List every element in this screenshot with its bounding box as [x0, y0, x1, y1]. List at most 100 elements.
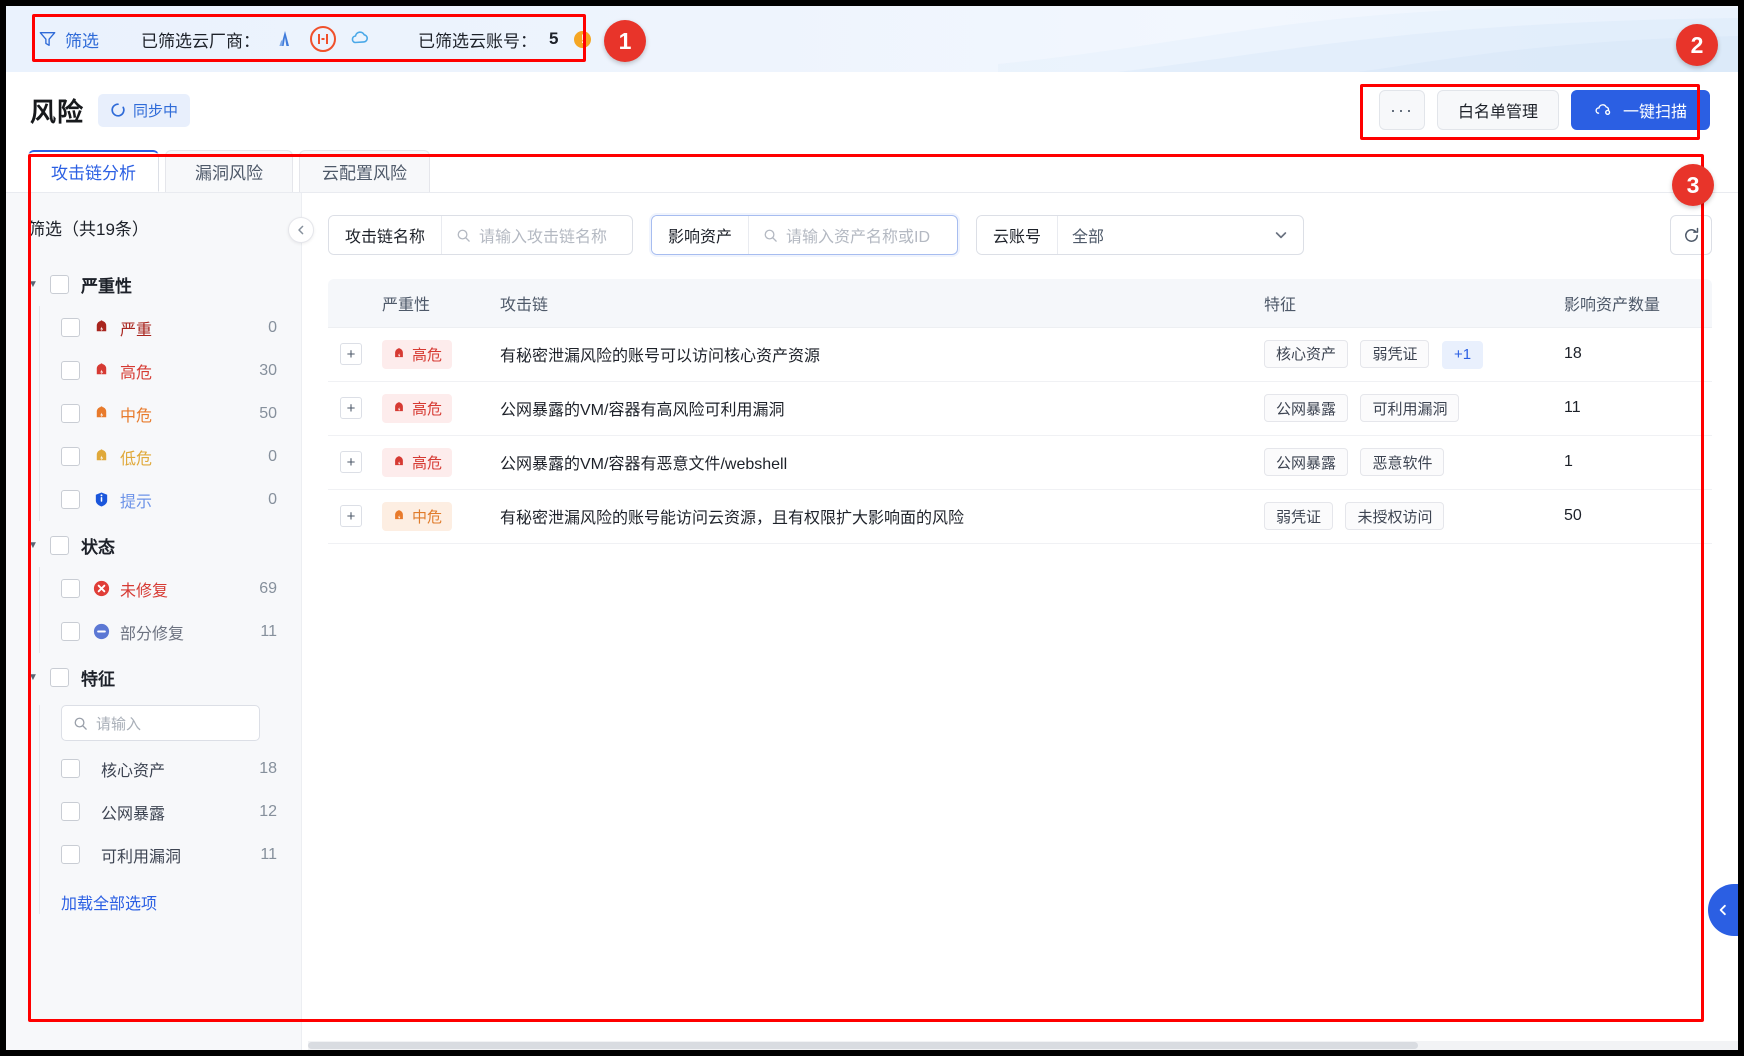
option-checkbox[interactable]: [61, 579, 80, 598]
filter-option-unfixed[interactable]: 未修复 69: [51, 567, 281, 610]
table-row[interactable]: + 高危 公网暴露的VM/容器有恶意文件/webshell 公网暴露 恶意软件: [328, 435, 1712, 490]
aliyun-icon[interactable]: [272, 26, 298, 52]
tab-vulnerability-risk[interactable]: 漏洞风险: [165, 150, 293, 192]
feature-tag[interactable]: 公网暴露: [1264, 394, 1349, 422]
option-checkbox[interactable]: [61, 845, 80, 864]
table-header: 严重性 攻击链 特征 影响资产数量: [328, 279, 1712, 328]
option-checkbox[interactable]: [61, 490, 80, 509]
option-checkbox[interactable]: [61, 447, 80, 466]
feature-tag[interactable]: 恶意软件: [1360, 448, 1445, 476]
feature-tag-more[interactable]: +1: [1441, 340, 1484, 369]
account-filter: 已筛选云账号： 5 !: [418, 27, 592, 52]
search-icon: [457, 229, 470, 242]
table-col-feature: 特征: [1252, 279, 1552, 328]
load-all-options-link[interactable]: 加载全部选项: [61, 890, 281, 914]
option-checkbox[interactable]: [61, 404, 80, 423]
filter-option-high[interactable]: 高危 30: [51, 349, 281, 392]
filter-option-partial-fixed[interactable]: 部分修复 11: [51, 610, 281, 653]
filter-option-public-exposure[interactable]: 公网暴露 12: [51, 790, 281, 833]
horizontal-scrollbar[interactable]: [308, 1041, 1738, 1050]
expand-row-button[interactable]: +: [340, 505, 362, 527]
feature-tag[interactable]: 弱凭证: [1360, 339, 1430, 368]
feature-search-input[interactable]: 请输入: [61, 705, 260, 741]
option-label: 严重: [120, 321, 153, 339]
filter-option-critical[interactable]: 严重 0: [51, 306, 281, 349]
attack-chain-name-field[interactable]: 攻击链名称 请输入攻击链名称: [328, 215, 634, 255]
option-label: 未修复: [120, 582, 169, 600]
group-checkbox-feature[interactable]: [50, 667, 69, 687]
table-row[interactable]: + 高危 有秘密泄漏风险的账号可以访问核心资产资源 核心资产 弱凭证 +1 18: [328, 327, 1712, 382]
chevron-down-icon[interactable]: [1273, 227, 1289, 243]
severity-badge-label: 中危: [412, 508, 443, 526]
chevron-down-icon[interactable]: ▼: [28, 540, 50, 551]
table-body: + 高危 有秘密泄漏风险的账号可以访问核心资产资源 核心资产 弱凭证 +1 18…: [328, 327, 1712, 544]
whitelist-management-button[interactable]: 白名单管理: [1436, 90, 1559, 130]
affected-asset-input[interactable]: 请输入资产名称或ID: [749, 216, 957, 254]
filter-option-medium[interactable]: 中危 50: [51, 392, 281, 435]
row-expand-cell: +: [328, 489, 370, 544]
expand-row-button[interactable]: +: [340, 397, 362, 419]
main-panel: 攻击链名称 请输入攻击链名称 影响资产 请输入资产名称或ID 云账号 全部 严重…: [302, 193, 1738, 1050]
chevron-down-icon[interactable]: ▼: [28, 279, 50, 290]
cloud-account-label: 云账号: [977, 216, 1059, 254]
row-asset-count-cell: 1: [1552, 435, 1712, 490]
filter-group-header[interactable]: ▼ 特征: [28, 655, 281, 699]
vendor-filter: 已筛选云厂商：: [141, 26, 374, 52]
option-count: 30: [259, 361, 277, 379]
search-icon: [74, 717, 87, 730]
page-title: 风险: [30, 96, 85, 127]
expand-row-button[interactable]: +: [340, 451, 362, 473]
severity-badge-label: 高危: [412, 400, 443, 418]
option-checkbox[interactable]: [61, 318, 80, 337]
warning-icon[interactable]: !: [574, 30, 592, 48]
chevron-down-icon[interactable]: ▼: [28, 672, 50, 683]
global-filter-bar: 筛选 已筛选云厂商： 已筛选云账号： 5 !: [6, 6, 1738, 72]
filter-group-options: 严重 0 高危 30 中危 50 低危 0 提示 0: [39, 306, 281, 521]
cloud-account-select[interactable]: 全部: [1058, 216, 1303, 254]
tab-cloud-config-risk[interactable]: 云配置风险: [299, 150, 430, 192]
feature-tag[interactable]: 可利用漏洞: [1360, 394, 1460, 422]
feature-tag[interactable]: 未授权访问: [1345, 502, 1445, 530]
filter-option-core-asset[interactable]: 核心资产 18: [51, 747, 281, 790]
table-row[interactable]: + 高危 公网暴露的VM/容器有高风险可利用漏洞 公网暴露 可利用漏洞 11: [328, 381, 1712, 436]
more-actions-button[interactable]: ···: [1378, 90, 1425, 130]
feature-tag[interactable]: 公网暴露: [1264, 448, 1349, 476]
feature-tag[interactable]: 弱凭证: [1264, 502, 1334, 530]
tencent-cloud-icon[interactable]: [348, 26, 374, 52]
search-icon: [764, 229, 777, 242]
severity-badge: 中危: [382, 501, 453, 531]
option-checkbox[interactable]: [61, 622, 80, 641]
option-checkbox[interactable]: [61, 802, 80, 821]
filter-option-low[interactable]: 低危 0: [51, 435, 281, 478]
decorative-swirl: [998, 8, 1738, 72]
row-expand-cell: +: [328, 327, 370, 382]
row-feature-cell: 公网暴露 可利用漏洞: [1252, 381, 1552, 436]
feature-tag[interactable]: 核心资产: [1264, 339, 1349, 368]
option-checkbox[interactable]: [61, 759, 80, 778]
filter-option-exploitable-vuln[interactable]: 可利用漏洞 11: [51, 833, 281, 876]
table-row[interactable]: + 中危 有秘密泄漏风险的账号能访问云资源，且有权限扩大影响面的风险 弱凭证 未…: [328, 489, 1712, 544]
refresh-button[interactable]: [1670, 215, 1712, 255]
table-col-asset-count: 影响资产数量: [1552, 279, 1712, 328]
option-checkbox[interactable]: [61, 361, 80, 380]
filter-option-info[interactable]: 提示 0: [51, 478, 281, 521]
cloud-account-field[interactable]: 云账号 全部: [976, 215, 1305, 255]
attack-chain-name-input[interactable]: 请输入攻击链名称: [442, 216, 632, 254]
huawei-cloud-icon[interactable]: [310, 26, 336, 52]
option-count: 12: [259, 802, 277, 820]
affected-asset-label: 影响资产: [652, 216, 750, 254]
one-click-scan-button[interactable]: 一键扫描: [1570, 90, 1710, 130]
filter-group-header[interactable]: ▼ 状态: [28, 523, 281, 567]
tab-attack-chain-analysis[interactable]: 攻击链分析: [28, 150, 159, 192]
affected-asset-field[interactable]: 影响资产 请输入资产名称或ID: [651, 215, 959, 255]
expand-row-button[interactable]: +: [340, 343, 362, 365]
filter-group-header[interactable]: ▼ 严重性: [28, 262, 281, 306]
search-toolbar: 攻击链名称 请输入攻击链名称 影响资产 请输入资产名称或ID 云账号 全部: [328, 215, 1712, 255]
header-actions: ··· 白名单管理 一键扫描: [1378, 90, 1710, 130]
filter-button[interactable]: 筛选: [38, 27, 141, 52]
group-checkbox-status[interactable]: [50, 535, 69, 555]
scrollbar-thumb[interactable]: [308, 1042, 1418, 1049]
group-checkbox-severity[interactable]: [50, 274, 69, 294]
sidebar-collapse-button[interactable]: [288, 217, 314, 243]
table-col-attack-chain: 攻击链: [488, 279, 1252, 328]
